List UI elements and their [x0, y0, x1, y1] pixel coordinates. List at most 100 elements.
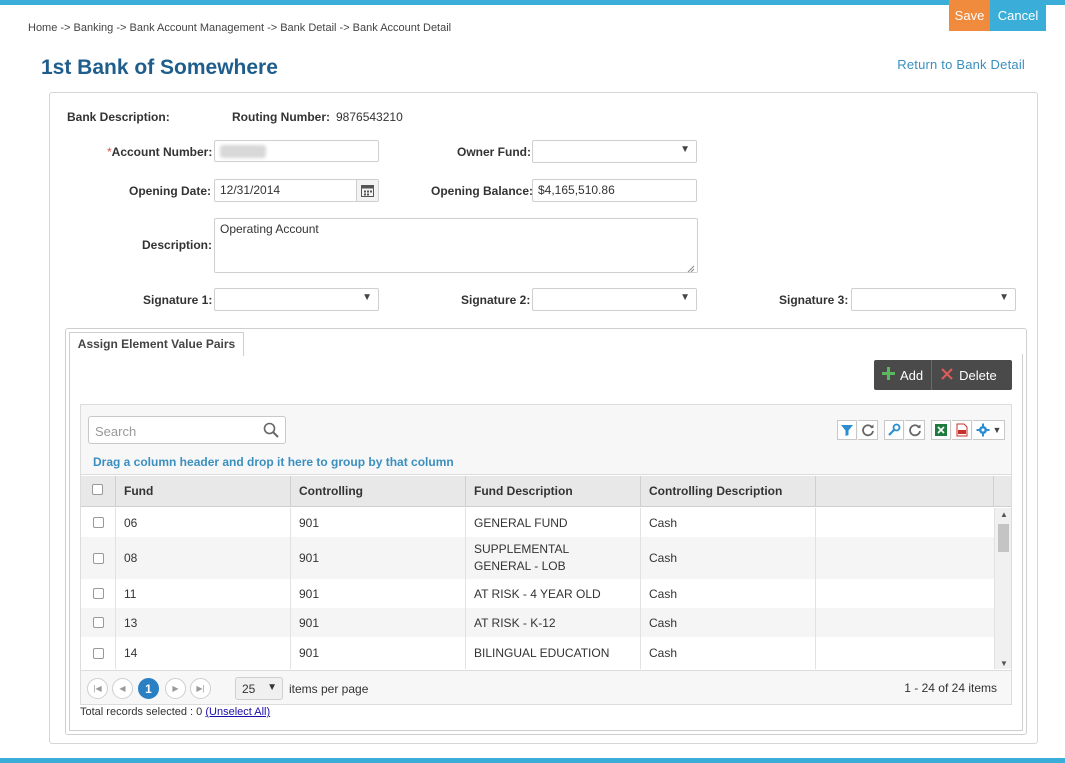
cell-fund-description: AT RISK - 4 YEAR OLD [466, 579, 641, 608]
chevron-down-icon: ▼ [680, 292, 690, 303]
grid-tool-icons: ▼ [837, 420, 1005, 440]
refresh-icon[interactable] [905, 420, 925, 440]
cell-fund: 06 [116, 508, 291, 537]
pdf-icon[interactable] [952, 420, 972, 440]
column-header-controlling-description[interactable]: Controlling Description [641, 476, 816, 507]
select-all-checkbox[interactable] [92, 484, 103, 495]
opening-balance-input[interactable]: $4,165,510.86 [532, 179, 697, 202]
delete-button[interactable]: Delete [932, 360, 1005, 390]
search-icon[interactable] [263, 422, 279, 441]
page-1-button[interactable]: 1 [138, 678, 159, 699]
page-info: 1 - 24 of 24 items [904, 681, 997, 695]
row-checkbox[interactable] [92, 647, 104, 659]
row-checkbox[interactable] [92, 588, 104, 599]
page-size-value: 25 [242, 682, 256, 696]
breadcrumb: Home -> Banking -> Bank Account Manageme… [28, 22, 452, 34]
next-page-icon[interactable]: ▶ [165, 678, 186, 699]
last-page-icon[interactable]: ▶| [190, 678, 211, 699]
cell-controlling-description: Cash [641, 579, 816, 608]
column-header-fund[interactable]: Fund [116, 476, 291, 507]
chevron-down-icon: ▼ [680, 144, 690, 155]
add-button-label: Add [900, 367, 924, 383]
table-row[interactable]: 06 901 GENERAL FUND Cash [81, 508, 1011, 537]
cell-fund-description: GENERAL FUND [466, 508, 641, 537]
unselect-all-link[interactable]: (Unselect All) [205, 706, 270, 718]
description-textarea[interactable]: Operating Account [214, 218, 698, 273]
column-header-controlling[interactable]: Controlling [291, 476, 466, 507]
page-title: 1st Bank of Somewhere [41, 56, 278, 79]
table-row[interactable]: 08 901 SUPPLEMENTAL GENERAL - LOB Cash [81, 537, 1011, 579]
signature-3-select[interactable]: ▼ [851, 288, 1016, 311]
refresh-icon[interactable] [858, 420, 878, 440]
tab-assign-element-value-pairs[interactable]: Assign Element Value Pairs [69, 332, 244, 356]
grid-action-group: Add Delete [874, 360, 1012, 390]
cell-fund-description: AT RISK - K-12 [466, 608, 641, 637]
excel-icon[interactable] [931, 420, 951, 440]
cancel-button[interactable]: Cancel [990, 0, 1046, 31]
filter-icon[interactable] [837, 420, 857, 440]
table-row[interactable]: 14 901 BILINGUAL EDUCATION Cash [81, 637, 1011, 669]
delete-x-icon [940, 367, 954, 384]
grid-header: Fund Controlling Fund Description Contro… [81, 476, 1011, 507]
signature-2-label: Signature 2: [461, 293, 531, 307]
routing-number-value: 9876543210 [336, 110, 403, 124]
row-checkbox[interactable] [92, 517, 104, 528]
scroll-down-icon[interactable]: ▼ [1000, 659, 1008, 668]
description-label: Description: [142, 238, 213, 252]
search-input[interactable] [95, 423, 255, 439]
page-size-select[interactable]: 25 ▼ [235, 677, 283, 700]
grid-pager: |◀ ◀ 1 ▶ ▶| 25 ▼ items per page 1 - 24 o… [81, 670, 1011, 704]
return-to-bank-detail-link[interactable]: Return to Bank Detail [897, 57, 1025, 72]
scroll-thumb[interactable] [998, 524, 1009, 552]
records-selected-label: Total records selected : 0 [80, 706, 203, 718]
account-number-label: *Account Number: [107, 145, 212, 159]
cell-controlling: 901 [291, 579, 466, 608]
records-selected: Total records selected : 0 (Unselect All… [80, 706, 270, 718]
row-checkbox[interactable] [92, 617, 104, 628]
resize-grip-icon[interactable] [687, 262, 695, 273]
chevron-down-icon: ▼ [362, 292, 372, 303]
cell-controlling: 901 [291, 608, 466, 637]
cell-controlling: 901 [291, 537, 466, 579]
save-button[interactable]: Save [949, 0, 990, 31]
grid-scrollbar[interactable]: ▲ ▼ [994, 508, 1011, 669]
group-by-hint: Drag a column header and drop it here to… [93, 455, 454, 469]
prev-page-icon[interactable]: ◀ [112, 678, 133, 699]
gear-icon[interactable]: ▼ [973, 420, 1005, 440]
signature-2-select[interactable]: ▼ [532, 288, 697, 311]
table-row[interactable]: 13 901 AT RISK - K-12 Cash [81, 608, 1011, 637]
opening-balance-label: Opening Balance: [431, 184, 534, 198]
opening-date-input[interactable]: 12/31/2014 [214, 179, 379, 202]
row-checkbox[interactable] [92, 552, 104, 564]
owner-fund-select[interactable]: ▼ [532, 140, 697, 163]
column-header-empty [816, 476, 994, 507]
cell-controlling: 901 [291, 508, 466, 537]
owner-fund-label: Owner Fund: [457, 145, 531, 159]
wrench-icon[interactable] [884, 420, 904, 440]
select-all-cell [81, 476, 116, 507]
add-button[interactable]: Add [874, 360, 931, 390]
bank-description-label: Bank Description: [67, 110, 170, 124]
redacted-account-number [220, 145, 266, 158]
plus-icon [882, 367, 895, 383]
signature-1-select[interactable]: ▼ [214, 288, 379, 311]
cell-fund: 08 [116, 537, 291, 579]
cell-fund: 14 [116, 637, 291, 669]
scroll-up-icon[interactable]: ▲ [1000, 510, 1008, 519]
cell-fund: 11 [116, 579, 291, 608]
first-page-icon[interactable]: |◀ [87, 678, 108, 699]
calendar-icon[interactable] [356, 180, 378, 201]
signature-1-label: Signature 1: [143, 293, 213, 307]
account-number-label-text: Account Number: [111, 145, 213, 159]
account-number-input[interactable] [214, 140, 379, 162]
top-accent-bar [0, 0, 1065, 5]
cell-controlling-description: Cash [641, 537, 816, 579]
column-header-fund-description[interactable]: Fund Description [466, 476, 641, 507]
signature-3-label: Signature 3: [779, 293, 849, 307]
element-value-grid: Drag a column header and drop it here to… [80, 404, 1012, 705]
grid-body: 06 901 GENERAL FUND Cash 08 901 SUPPLEME… [81, 508, 1011, 669]
bottom-accent-bar [0, 758, 1065, 763]
table-row[interactable]: 11 901 AT RISK - 4 YEAR OLD Cash [81, 579, 1011, 608]
chevron-down-icon: ▼ [267, 682, 277, 693]
search-box [88, 416, 286, 444]
